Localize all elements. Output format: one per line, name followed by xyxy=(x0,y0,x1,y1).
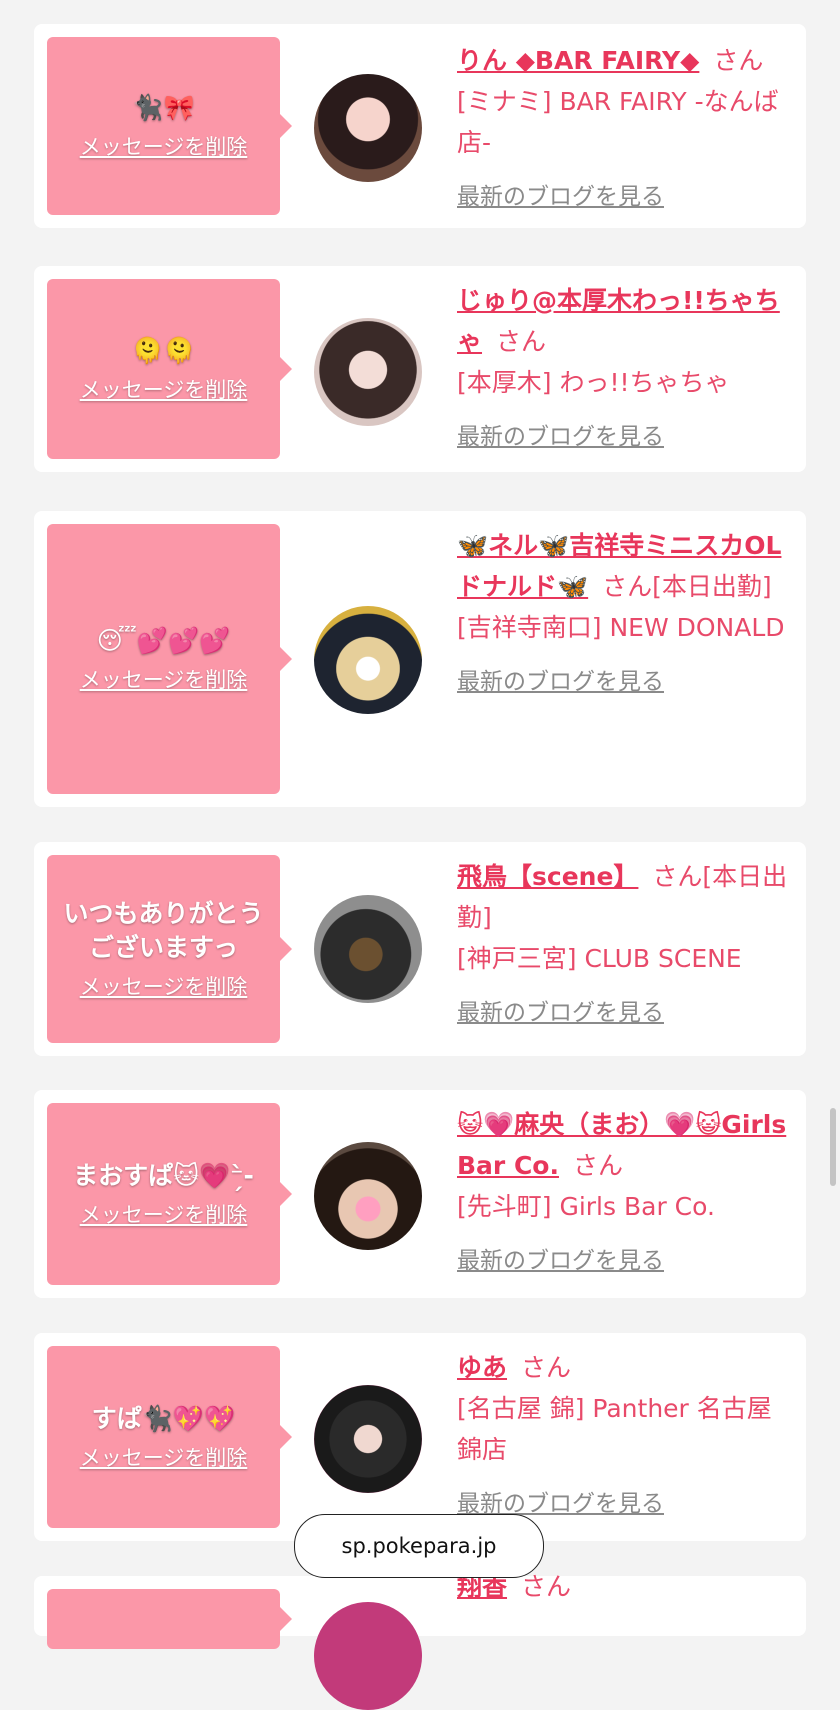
latest-blog-link[interactable]: 最新のブログを見る xyxy=(457,177,664,218)
profile-name-link[interactable]: 飛鳥【scene】 xyxy=(457,862,638,891)
message-text: 🫠🫠 xyxy=(132,336,195,365)
avatar[interactable] xyxy=(314,318,422,426)
scrollbar[interactable] xyxy=(830,1108,836,1186)
message-card: 🐈‍⬛🎀 メッセージを削除 りん ◆BAR FAIRY◆ さん [ミナミ] BAR… xyxy=(34,24,806,228)
message-bubble: いつもありがとうございますっ メッセージを削除 xyxy=(47,855,292,1043)
shop-name: [本厚木] わっ!!ちゃちゃ xyxy=(457,368,730,397)
shop-name: [神戸三宮] CLUB SCENE xyxy=(457,944,742,973)
message-bubble: まおすぱ🐱💗⁻̗̀- メッセージを削除 xyxy=(47,1103,292,1285)
message-card: 🫠🫠 メッセージを削除 じゅり@本厚木わっ!!ちゃちゃ さん [本厚木] わっ!!… xyxy=(34,266,806,472)
message-text: 😴💕💕💕 xyxy=(96,626,231,655)
delete-message-link[interactable]: メッセージを削除 xyxy=(80,971,248,1001)
message-card: まおすぱ🐱💗⁻̗̀- メッセージを削除 😺💗麻央（まお）💗😺Girls Bar … xyxy=(34,1090,806,1298)
latest-blog-link[interactable]: 最新のブログを見る xyxy=(457,993,664,1034)
message-text: 🐈‍⬛🎀 xyxy=(132,93,195,122)
profile-info: 飛鳥【scene】 さん[本日出勤] [神戸三宮] CLUB SCENE 最新のブ… xyxy=(457,856,792,1034)
avatar[interactable] xyxy=(314,895,422,1003)
avatar[interactable] xyxy=(314,606,422,714)
avatar[interactable] xyxy=(314,1602,422,1710)
message-text: いつもありがとうございますっ xyxy=(63,899,264,962)
shop-name: [名古屋 錦] Panther 名古屋錦店 xyxy=(457,1394,772,1464)
profile-info: ゆあ さん [名古屋 錦] Panther 名古屋錦店 最新のブログを見る xyxy=(457,1347,792,1525)
message-card: 翔香 さん xyxy=(34,1572,806,1710)
message-card: すぱ🐈‍⬛💖💖 メッセージを削除 ゆあ さん [名古屋 錦] Panther 名古… xyxy=(34,1333,806,1541)
message-bubble: 🫠🫠 メッセージを削除 xyxy=(47,279,292,459)
honorific: さん xyxy=(713,46,764,75)
honorific: さん xyxy=(572,1151,623,1180)
message-text: まおすぱ🐱💗⁻̗̀- xyxy=(73,1161,254,1190)
delete-message-link[interactable]: メッセージを削除 xyxy=(80,1199,248,1229)
honorific: さん xyxy=(496,327,547,356)
latest-blog-link[interactable]: 最新のブログを見る xyxy=(457,1241,664,1282)
shop-name: [ミナミ] BAR FAIRY -なんば店- xyxy=(457,87,779,157)
profile-name-link[interactable]: りん ◆BAR FAIRY◆ xyxy=(457,46,699,75)
url-domain: sp.pokepara.jp xyxy=(341,1534,497,1558)
shop-name: [先斗町] Girls Bar Co. xyxy=(457,1192,715,1221)
avatar[interactable] xyxy=(314,74,422,182)
latest-blog-link[interactable]: 最新のブログを見る xyxy=(457,662,664,703)
url-bar[interactable]: sp.pokepara.jp xyxy=(294,1514,544,1578)
delete-message-link[interactable]: メッセージを削除 xyxy=(80,374,248,404)
honorific: さん xyxy=(521,1572,572,1601)
message-bubble: 🐈‍⬛🎀 メッセージを削除 xyxy=(47,37,292,215)
message-text: すぱ🐈‍⬛💖💖 xyxy=(91,1404,236,1433)
message-bubble xyxy=(47,1589,292,1649)
latest-blog-link[interactable]: 最新のブログを見る xyxy=(457,417,664,458)
message-bubble: すぱ🐈‍⬛💖💖 メッセージを削除 xyxy=(47,1346,292,1528)
profile-name-link[interactable]: ゆあ xyxy=(457,1353,507,1382)
profile-info: 🦋ネル🦋吉祥寺ミニスカOLドナルド🦋 さん[本日出勤] [吉祥寺南口] NEW D… xyxy=(457,525,792,703)
shop-name: [吉祥寺南口] NEW DONALD xyxy=(457,613,785,642)
profile-info: じゅり@本厚木わっ!!ちゃちゃ さん [本厚木] わっ!!ちゃちゃ 最新のブログを… xyxy=(457,280,792,458)
avatar[interactable] xyxy=(314,1385,422,1493)
message-card: 😴💕💕💕 メッセージを削除 🦋ネル🦋吉祥寺ミニスカOLドナルド🦋 さん[本日出勤]… xyxy=(34,511,806,807)
avatar[interactable] xyxy=(314,1142,422,1250)
profile-info: 😺💗麻央（まお）💗😺Girls Bar Co. さん [先斗町] Girls Ba… xyxy=(457,1104,792,1282)
honorific: さん xyxy=(521,1353,572,1382)
delete-message-link[interactable]: メッセージを削除 xyxy=(80,664,248,694)
delete-message-link[interactable]: メッセージを削除 xyxy=(80,131,248,161)
message-card: いつもありがとうございますっ メッセージを削除 飛鳥【scene】 さん[本日出勤… xyxy=(34,842,806,1056)
profile-info: りん ◆BAR FAIRY◆ さん [ミナミ] BAR FAIRY -なんば店- … xyxy=(457,40,792,218)
message-bubble: 😴💕💕💕 メッセージを削除 xyxy=(47,524,292,794)
delete-message-link[interactable]: メッセージを削除 xyxy=(80,1442,248,1472)
honorific: さん[本日出勤] xyxy=(602,572,772,601)
